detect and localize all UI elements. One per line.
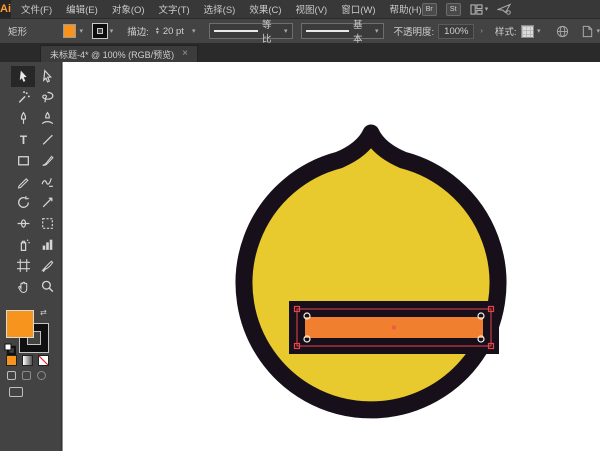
fill-color-swatch[interactable] [63, 24, 76, 38]
selection-tool[interactable] [11, 66, 35, 87]
scale-tool[interactable] [35, 192, 59, 213]
hand-tool[interactable] [11, 276, 35, 297]
menu-help[interactable]: 帮助(H) [390, 2, 422, 16]
stroke-color-swatch[interactable] [93, 24, 107, 38]
artwork-layer [63, 62, 600, 451]
fill-swatch-chevron-icon[interactable]: ▾ [79, 27, 83, 35]
magic-wand-tool[interactable] [11, 87, 35, 108]
tool-panel: T ⇄ [0, 62, 62, 451]
current-tool-label: 矩形 [8, 24, 27, 38]
opacity-expand-icon[interactable]: › [480, 28, 482, 35]
globe-icon[interactable] [556, 25, 569, 38]
swap-fill-stroke-icon[interactable]: ⇄ [40, 308, 47, 317]
document-tab[interactable]: 未标题-4* @ 100% (RGB/预览) × [40, 45, 198, 62]
paintbrush-tool[interactable] [35, 150, 59, 171]
gradient-mode-button[interactable] [22, 355, 33, 366]
fill-proxy-swatch[interactable] [6, 310, 34, 338]
draw-behind-icon[interactable] [22, 371, 31, 380]
menu-effect[interactable]: 效果(C) [249, 2, 281, 16]
screen-mode-button[interactable] [9, 387, 23, 397]
profile-line-preview [214, 30, 258, 32]
stroke-swatch-chevron-icon[interactable]: ▾ [110, 27, 114, 35]
tab-close-icon[interactable]: × [182, 49, 188, 59]
default-fill-stroke-icon[interactable] [4, 342, 16, 360]
document-tab-bar: 未标题-4* @ 100% (RGB/预览) × [0, 44, 600, 62]
center-point-marker[interactable] [392, 326, 396, 330]
menu-file[interactable]: 文件(F) [21, 2, 52, 16]
main-menus: 文件(F) 编辑(E) 对象(O) 文字(T) 选择(S) 效果(C) 视图(V… [21, 2, 422, 16]
bridge-badge[interactable]: Br [422, 3, 437, 16]
menu-bar: Ai 文件(F) 编辑(E) 对象(O) 文字(T) 选择(S) 效果(C) 视… [0, 0, 600, 18]
shaper-tool[interactable] [35, 171, 59, 192]
artboard-canvas[interactable] [62, 62, 600, 451]
menu-select[interactable]: 选择(S) [204, 2, 236, 16]
width-profile-dropdown[interactable]: 等比 ▾ [209, 23, 292, 39]
pen-tool[interactable] [11, 108, 35, 129]
rectangle-tool[interactable] [11, 150, 35, 171]
brush-value: 基本 [353, 17, 371, 45]
column-graph-tool[interactable] [35, 234, 59, 255]
svg-text:T: T [19, 134, 27, 147]
style-swatch[interactable] [521, 25, 534, 38]
share-icon[interactable] [497, 3, 512, 15]
brush-definition-dropdown[interactable]: 基本 ▾ [301, 23, 384, 39]
yellow-blob-shape[interactable] [244, 133, 498, 410]
lasso-tool[interactable] [35, 87, 59, 108]
menu-object[interactable]: 对象(O) [112, 2, 145, 16]
style-label: 样式: [495, 24, 517, 38]
type-tool[interactable]: T [11, 129, 35, 150]
profile-value: 等比 [262, 17, 280, 45]
stroke-weight-stepper[interactable]: ▲▼ [155, 27, 160, 35]
menu-edit[interactable]: 编辑(E) [66, 2, 98, 16]
none-mode-button[interactable] [38, 355, 49, 366]
menu-window[interactable]: 窗口(W) [341, 2, 375, 16]
zoom-tool[interactable] [35, 276, 59, 297]
stroke-weight-chevron-icon[interactable]: ▾ [192, 27, 196, 35]
pencil-tool[interactable] [11, 171, 35, 192]
document-tab-title: 未标题-4* @ 100% (RGB/预览) [50, 48, 174, 61]
rotate-tool[interactable] [11, 192, 35, 213]
menu-view[interactable]: 视图(V) [296, 2, 328, 16]
stroke-weight-value[interactable]: 20 pt [163, 26, 184, 37]
style-chevron-icon[interactable]: ▾ [537, 27, 541, 35]
opacity-value[interactable]: 100% [438, 24, 474, 39]
curvature-tool[interactable] [35, 108, 59, 129]
app-logo: Ai [0, 0, 11, 18]
line-segment-tool[interactable] [35, 129, 59, 150]
opacity-label: 不透明度: [394, 24, 435, 38]
draw-inside-icon[interactable] [37, 371, 46, 380]
artboard-tool[interactable] [11, 255, 35, 276]
symbol-sprayer-tool[interactable] [11, 234, 35, 255]
width-tool[interactable] [11, 213, 35, 234]
slice-tool[interactable] [35, 255, 59, 276]
control-options-bar: 矩形 ▾ ▾ 描边: ▲▼ 20 pt ▾ 等比 ▾ 基本 ▾ 不透明度: 10… [0, 18, 600, 44]
stroke-weight-label: 描边: [127, 24, 149, 38]
draw-normal-icon[interactable] [7, 371, 16, 380]
workspace-switcher-icon[interactable]: ▾ [470, 4, 489, 15]
document-setup-icon[interactable]: ▾ [581, 25, 600, 38]
free-transform-tool[interactable] [35, 213, 59, 234]
direct-selection-tool[interactable] [35, 66, 59, 87]
brush-line-preview [306, 30, 350, 32]
menu-type[interactable]: 文字(T) [159, 2, 190, 16]
stock-badge[interactable]: St [446, 3, 461, 16]
